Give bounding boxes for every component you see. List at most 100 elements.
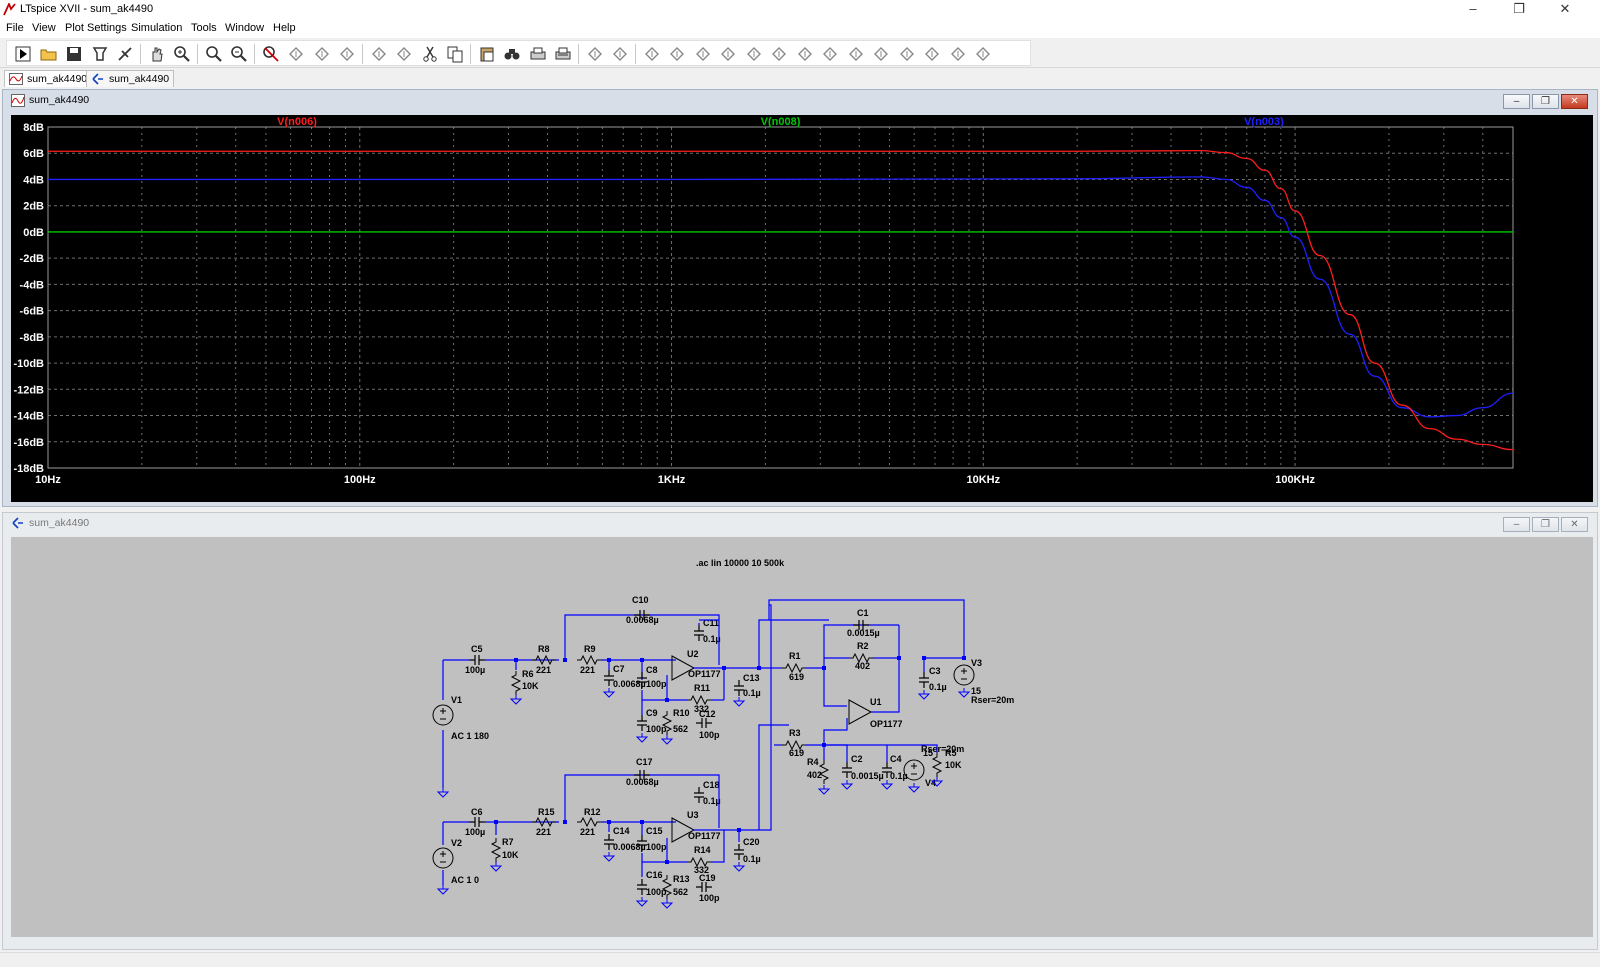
minimize-button[interactable]: – <box>1450 0 1496 20</box>
r7-resistor-v[interactable] <box>490 838 502 862</box>
tile-vertical-button[interactable] <box>392 41 416 66</box>
tile-horizontal-button[interactable] <box>335 41 359 66</box>
r12-resistor-h[interactable] <box>577 816 601 828</box>
r1-resistor-h[interactable] <box>782 662 806 674</box>
schematic-drawing[interactable]: .ac lin 10000 10 500k V1 AC 1 180 C5 100µ R6 1… <box>11 537 1593 937</box>
markers-button[interactable] <box>310 41 334 66</box>
ground-symbol[interactable] <box>917 690 931 700</box>
capacitor-button[interactable] <box>691 41 715 66</box>
undo-button[interactable] <box>844 41 868 66</box>
r9-resistor-h[interactable] <box>577 654 601 666</box>
ground-symbol[interactable] <box>732 697 746 707</box>
drag-button[interactable] <box>818 41 842 66</box>
waveform-chart[interactable]: 8dB 6dB 4dB 2dB 0dB -2dB -4dB -6dB -8dB -10dB -12d… <box>11 115 1593 502</box>
ground-symbol[interactable] <box>880 780 894 790</box>
zoom-fit-button[interactable] <box>259 41 283 66</box>
run-button[interactable] <box>11 41 35 66</box>
ground-symbol[interactable] <box>509 695 523 705</box>
r11-resistor-h[interactable] <box>687 694 711 706</box>
schematic-maximize-button[interactable]: ❐ <box>1532 517 1559 532</box>
move-button[interactable] <box>793 41 817 66</box>
menu-help[interactable]: Help <box>273 22 296 34</box>
ground-button[interactable] <box>608 41 632 66</box>
halt-button[interactable] <box>113 41 137 66</box>
mirror-button[interactable] <box>920 41 944 66</box>
zoom-out-button[interactable] <box>227 41 251 66</box>
wire[interactable] <box>758 724 789 830</box>
wire[interactable] <box>823 668 847 707</box>
inductor-button[interactable] <box>716 41 740 66</box>
cut-button[interactable] <box>418 41 442 66</box>
ground-symbol[interactable] <box>436 885 450 895</box>
ground-symbol[interactable] <box>489 862 503 872</box>
tab-schematic[interactable]: sum_ak4490 <box>86 70 175 87</box>
print-button[interactable] <box>526 41 550 66</box>
rotate-button[interactable] <box>895 41 919 66</box>
spice-directive[interactable]: .ac lin 10000 10 500k <box>696 558 785 568</box>
menu-file[interactable]: File <box>6 22 24 34</box>
restore-button[interactable]: ❐ <box>1496 0 1542 20</box>
cascade-button[interactable] <box>367 41 391 66</box>
menu-plot-settings[interactable]: Plot Settings <box>65 22 127 34</box>
c5-cap-h[interactable] <box>469 655 485 665</box>
waveform-window[interactable]: sum_ak4490 – ❐ ✕ 8dB 6dB 4dB 2dB 0dB -2dB -4dB… <box>2 89 1598 507</box>
c19-cap-h[interactable] <box>696 882 712 892</box>
waveform-maximize-button[interactable]: ❐ <box>1532 94 1559 109</box>
c3-cap-v[interactable] <box>919 672 929 688</box>
ground-symbol[interactable] <box>817 785 831 795</box>
copy-button[interactable] <box>443 41 467 66</box>
label-net-button[interactable] <box>640 41 664 66</box>
tab-waveform[interactable]: sum_ak4490 <box>4 70 93 87</box>
menu-view[interactable]: View <box>32 22 56 34</box>
wire[interactable] <box>823 718 869 746</box>
find-button[interactable] <box>500 41 524 66</box>
spice-directive-button[interactable] <box>971 41 995 66</box>
paste-button[interactable] <box>475 41 499 66</box>
r8-resistor-h[interactable] <box>532 654 556 666</box>
schematic-canvas[interactable]: .ac lin 10000 10 500k V1 AC 1 180 C5 100µ R6 1… <box>11 537 1593 937</box>
ground-symbol[interactable] <box>660 735 674 745</box>
control-panel-button[interactable] <box>88 41 112 66</box>
open-button[interactable] <box>37 41 61 66</box>
ground-symbol[interactable] <box>957 688 971 698</box>
close-button[interactable]: ✕ <box>1542 0 1588 20</box>
r15-resistor-h[interactable] <box>532 816 556 828</box>
ground-symbol[interactable] <box>602 852 616 862</box>
resistor-button[interactable] <box>665 41 689 66</box>
ground-symbol[interactable] <box>907 783 921 793</box>
ground-symbol[interactable] <box>436 788 450 798</box>
ground-symbol[interactable] <box>635 897 649 907</box>
legend-vn008[interactable]: V(n008) <box>761 116 801 128</box>
save-button[interactable] <box>62 41 86 66</box>
v1-source[interactable] <box>432 704 454 726</box>
u1-opamp[interactable] <box>848 699 873 725</box>
v2-source[interactable] <box>432 847 454 869</box>
menu-window[interactable]: Window <box>225 22 264 34</box>
ground-symbol[interactable] <box>660 899 674 909</box>
print-preview-button[interactable] <box>551 41 575 66</box>
v3-source[interactable] <box>953 664 975 686</box>
waveform-plot[interactable]: 8dB 6dB 4dB 2dB 0dB -2dB -4dB -6dB -8dB -10dB -12d… <box>11 115 1593 502</box>
legend-vn006[interactable]: V(n006) <box>277 116 317 128</box>
schematic-window[interactable]: sum_ak4490 – ❐ ✕ .ac lin 10000 10 500k V1… <box>2 512 1598 950</box>
r6-resistor-v[interactable] <box>510 671 522 695</box>
waveform-minimize-button[interactable]: – <box>1503 94 1530 109</box>
wire[interactable] <box>824 744 848 762</box>
menu-simulation[interactable]: Simulation <box>131 22 182 34</box>
legend-vn003[interactable]: V(n003) <box>1244 116 1284 128</box>
menu-tools[interactable]: Tools <box>191 22 217 34</box>
draw-wire-button[interactable] <box>583 41 607 66</box>
zoom-area-button[interactable] <box>202 41 226 66</box>
v4-source[interactable] <box>903 759 925 781</box>
zoom-in-button[interactable] <box>170 41 194 66</box>
c12-cap-h[interactable] <box>696 718 712 728</box>
waveform-close-button[interactable]: ✕ <box>1561 94 1588 109</box>
autorange-button[interactable] <box>284 41 308 66</box>
pan-hand-button[interactable] <box>145 41 169 66</box>
ground-symbol[interactable] <box>635 733 649 743</box>
diode-button[interactable] <box>742 41 766 66</box>
ground-symbol[interactable] <box>602 688 616 698</box>
schematic-minimize-button[interactable]: – <box>1503 517 1530 532</box>
text-button[interactable] <box>946 41 970 66</box>
ground-symbol[interactable] <box>840 780 854 790</box>
